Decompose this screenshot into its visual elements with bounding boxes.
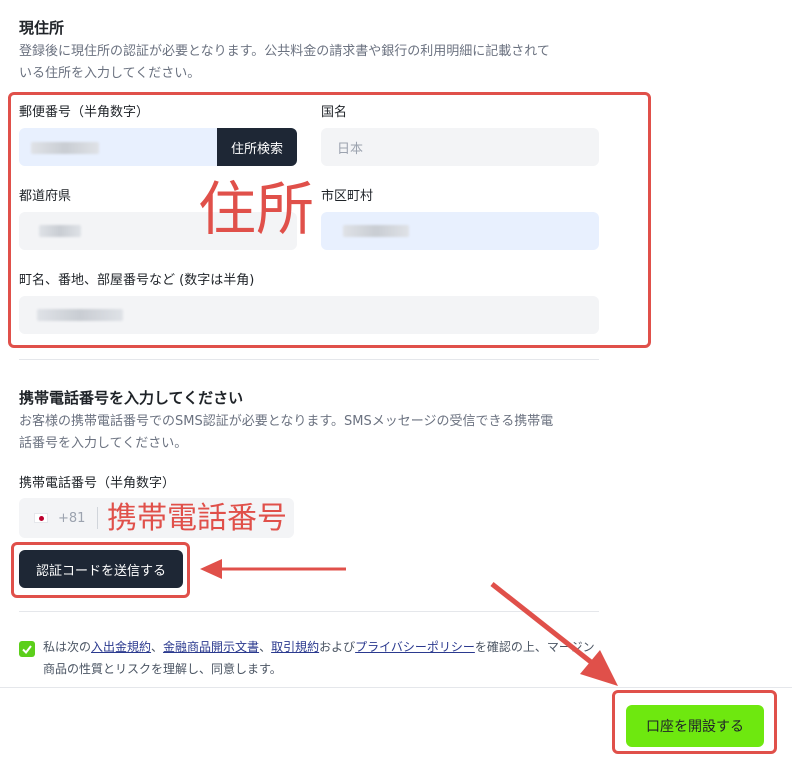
address-section-title: 現住所 <box>19 19 65 37</box>
send-verification-code-button[interactable]: 認証コードを送信する <box>19 550 183 588</box>
section-divider <box>19 359 599 360</box>
left-arrow-annotation-icon <box>200 559 346 579</box>
phone-description-line1: お客様の携帯電話番号でのSMS認証が必要となります。SMSメッセージの受信できる… <box>19 414 554 429</box>
checkmark-icon <box>22 645 32 655</box>
financial-product-disclosure-link[interactable]: 金融商品開示文書 <box>163 640 259 654</box>
deposit-withdrawal-terms-link[interactable]: 入出金規約 <box>91 640 151 654</box>
agreement-checkbox[interactable] <box>19 641 35 657</box>
trading-terms-link[interactable]: 取引規約 <box>271 640 319 654</box>
country-code: +81 <box>58 510 86 526</box>
phone-description-line2: 話番号を入力してください。 <box>19 436 188 451</box>
phone-section-description: お客様の携帯電話番号でのSMS認証が必要となります。SMSメッセージの受信できる… <box>19 411 599 455</box>
privacy-policy-link[interactable]: プライバシーポリシー <box>355 640 475 654</box>
address-description-line1: 登録後に現住所の認証が必要となります。公共料金の請求書や銀行の利用明細に記載され… <box>19 44 550 59</box>
diagonal-arrow-annotation-icon <box>490 582 618 686</box>
agreement-separator: 、 <box>259 640 272 654</box>
address-annotation-label: 住所 <box>198 175 315 243</box>
address-highlight-box <box>8 92 651 348</box>
phone-annotation-label: 携帯電話番号 <box>107 501 287 536</box>
agreement-conjunction: および <box>319 640 356 654</box>
footer-divider <box>0 687 792 688</box>
phone-number-label: 携帯電話番号（半角数字） <box>19 476 176 491</box>
address-description-line2: いる住所を入力してください。 <box>19 66 201 81</box>
phone-section-title: 携帯電話番号を入力してください <box>19 389 244 407</box>
open-account-button[interactable]: 口座を開設する <box>626 705 764 747</box>
agreement-separator: 、 <box>151 640 164 654</box>
agreement-prefix: 私は次の <box>43 640 92 654</box>
japan-flag-icon[interactable] <box>34 513 48 523</box>
country-code-divider <box>97 507 99 529</box>
address-section-description: 登録後に現住所の認証が必要となります。公共料金の請求書や銀行の利用明細に記載され… <box>19 41 599 85</box>
